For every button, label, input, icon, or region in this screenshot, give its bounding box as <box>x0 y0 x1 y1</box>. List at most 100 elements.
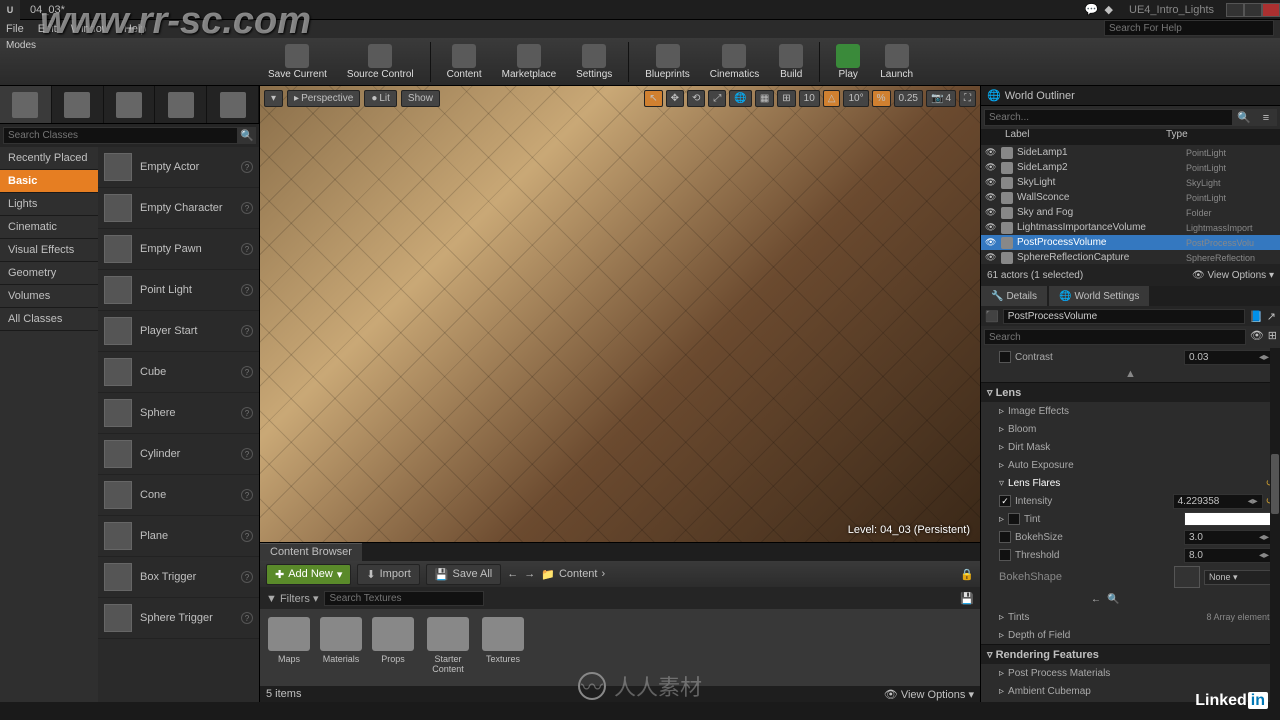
angle-size[interactable]: 10° <box>843 90 868 107</box>
nav-back[interactable]: ← <box>507 568 518 580</box>
image-effects-row[interactable]: ▹Image Effects <box>981 402 1280 420</box>
bloom-row[interactable]: ▹Bloom <box>981 420 1280 438</box>
move-mode[interactable]: ✥ <box>666 90 684 107</box>
cat-cinematic[interactable]: Cinematic <box>0 216 98 239</box>
grid-icon[interactable]: ⊞ <box>1268 329 1277 345</box>
contrast-checkbox[interactable] <box>999 351 1011 363</box>
scale-mode[interactable]: ⤢ <box>708 90 726 107</box>
blueprints-button[interactable]: Blueprints <box>637 40 697 84</box>
cinematics-button[interactable]: Cinematics <box>702 40 767 84</box>
menu-window[interactable]: Window <box>71 23 110 35</box>
lens-category[interactable]: ▿ Lens <box>981 382 1280 402</box>
chevron-right-icon[interactable]: › <box>601 568 605 580</box>
source-control-button[interactable]: Source Control <box>339 40 422 84</box>
notify-icon[interactable]: 💬 <box>1085 3 1099 16</box>
pp-materials-row[interactable]: ▹Post Process Materials <box>981 664 1280 682</box>
cat-lights[interactable]: Lights <box>0 193 98 216</box>
outliner-spherereflectioncapture[interactable]: 👁SphereReflectionCaptureSphereReflection <box>981 250 1280 264</box>
grid-snap[interactable]: ⊞ <box>777 90 795 107</box>
rendering-category[interactable]: ▿ Rendering Features <box>981 644 1280 664</box>
bokehshape-thumb[interactable] <box>1174 566 1200 588</box>
lit-button[interactable]: ● Lit <box>364 90 397 107</box>
actor-box-trigger[interactable]: Box Trigger? <box>98 557 259 598</box>
outliner-sidelamp1[interactable]: 👁SideLamp1PointLight <box>981 145 1280 160</box>
col-label[interactable]: Label <box>1005 129 1166 145</box>
viewport-menu[interactable]: ▾ <box>264 90 283 107</box>
cat-basic[interactable]: Basic <box>0 170 98 193</box>
lock-icon[interactable]: 🔒 <box>960 568 974 581</box>
save-current-button[interactable]: Save Current <box>260 40 335 84</box>
maximize-viewport[interactable]: ⛶ <box>959 90 976 107</box>
actor-empty-actor[interactable]: Empty Actor? <box>98 147 259 188</box>
filter-icon[interactable]: ≡ <box>1255 109 1277 126</box>
outliner-sky and fog[interactable]: 👁Sky and FogFolder <box>981 205 1280 220</box>
actor-plane[interactable]: Plane? <box>98 516 259 557</box>
foliage-mode-tab[interactable] <box>155 86 207 123</box>
auto-exposure-row[interactable]: ▹Auto Exposure <box>981 456 1280 474</box>
cat-geometry[interactable]: Geometry <box>0 262 98 285</box>
cam-speed[interactable]: 📷 4 <box>926 90 956 107</box>
bokehshape-dropdown[interactable]: None ▾ <box>1204 570 1274 585</box>
content-button[interactable]: Content <box>439 40 490 84</box>
source-icon[interactable]: ◆ <box>1105 3 1113 16</box>
cat-volumes[interactable]: Volumes <box>0 285 98 308</box>
save-textures-icon[interactable]: 💾 <box>960 592 974 605</box>
coord-space[interactable]: 🌐 <box>729 90 751 107</box>
angle-snap[interactable]: △ <box>823 90 841 107</box>
outliner-lightmassimportancevolume[interactable]: 👁LightmassImportanceVolumeLightmassImpor… <box>981 220 1280 235</box>
build-button[interactable]: Build <box>771 40 811 84</box>
outliner-postprocessvolume[interactable]: 👁PostProcessVolumePostProcessVolu <box>981 235 1280 250</box>
outliner-skylight[interactable]: 👁SkyLightSkyLight <box>981 175 1280 190</box>
blueprint-icon[interactable]: 📘 <box>1249 310 1263 323</box>
actor-name-field[interactable] <box>1003 309 1245 324</box>
rotate-mode[interactable]: ⟲ <box>687 90 705 107</box>
asset-props[interactable]: Props <box>372 617 414 678</box>
help-search[interactable] <box>1104 20 1274 36</box>
actor-cube[interactable]: Cube? <box>98 352 259 393</box>
tint-swatch[interactable] <box>1184 512 1274 526</box>
window-tab[interactable]: 04_03* <box>20 2 75 18</box>
outliner-sidelamp2[interactable]: 👁SideLamp2PointLight <box>981 160 1280 175</box>
save-all-button[interactable]: 💾 Save All <box>426 564 501 585</box>
perspective-button[interactable]: ▸ Perspective <box>287 90 360 107</box>
select-mode[interactable]: ↖ <box>644 90 662 107</box>
col-type[interactable]: Type <box>1166 129 1256 145</box>
import-button[interactable]: ⬇ Import <box>357 564 419 585</box>
cat-all[interactable]: All Classes <box>0 308 98 331</box>
show-button[interactable]: Show <box>401 90 440 107</box>
minimize-button[interactable] <box>1226 3 1244 17</box>
asset-materials[interactable]: Materials <box>320 617 362 678</box>
marketplace-button[interactable]: Marketplace <box>494 40 564 84</box>
actor-point-light[interactable]: Point Light? <box>98 270 259 311</box>
eye-icon[interactable]: 👁 <box>1250 329 1264 345</box>
search-icon[interactable]: 🔍 <box>1233 109 1255 126</box>
actor-empty-character[interactable]: Empty Character? <box>98 188 259 229</box>
world-settings-tab[interactable]: 🌐 World Settings <box>1049 286 1149 306</box>
bokehsize-value[interactable]: 3.0◂▸ <box>1184 530 1274 545</box>
dirt-mask-row[interactable]: ▹Dirt Mask <box>981 438 1280 456</box>
threshold-checkbox[interactable] <box>999 549 1011 561</box>
geometry-mode-tab[interactable] <box>207 86 259 123</box>
actor-sphere[interactable]: Sphere? <box>98 393 259 434</box>
scale-size[interactable]: 0.25 <box>894 90 923 107</box>
actor-empty-pawn[interactable]: Empty Pawn? <box>98 229 259 270</box>
contrast-value[interactable]: 0.03◂▸ <box>1184 350 1274 365</box>
paint-mode-tab[interactable] <box>52 86 104 123</box>
viewport[interactable]: ▾ ▸ Perspective ● Lit Show ↖ ✥ ⟲ ⤢ 🌐 ▦ ⊞… <box>260 86 980 542</box>
details-tab[interactable]: 🔧 Details <box>981 286 1047 306</box>
outliner-wallsconce[interactable]: 👁WallSconcePointLight <box>981 190 1280 205</box>
asset-maps[interactable]: Maps <box>268 617 310 678</box>
view-options[interactable]: 👁 View Options ▾ <box>884 688 974 701</box>
asset-textures[interactable]: Textures <box>482 617 524 678</box>
bokeh-browse[interactable]: 🔍 <box>1107 594 1119 605</box>
details-search[interactable] <box>984 329 1246 345</box>
cat-vfx[interactable]: Visual Effects <box>0 239 98 262</box>
actor-cone[interactable]: Cone? <box>98 475 259 516</box>
settings-button[interactable]: Settings <box>568 40 620 84</box>
nav-fwd[interactable]: → <box>524 568 535 580</box>
scale-snap[interactable]: % <box>872 90 891 107</box>
grid-size[interactable]: 10 <box>799 90 820 107</box>
classes-search[interactable] <box>3 127 238 144</box>
intensity-value[interactable]: 4.229358◂▸ <box>1173 494 1263 509</box>
details-scrollbar[interactable] <box>1270 348 1280 702</box>
